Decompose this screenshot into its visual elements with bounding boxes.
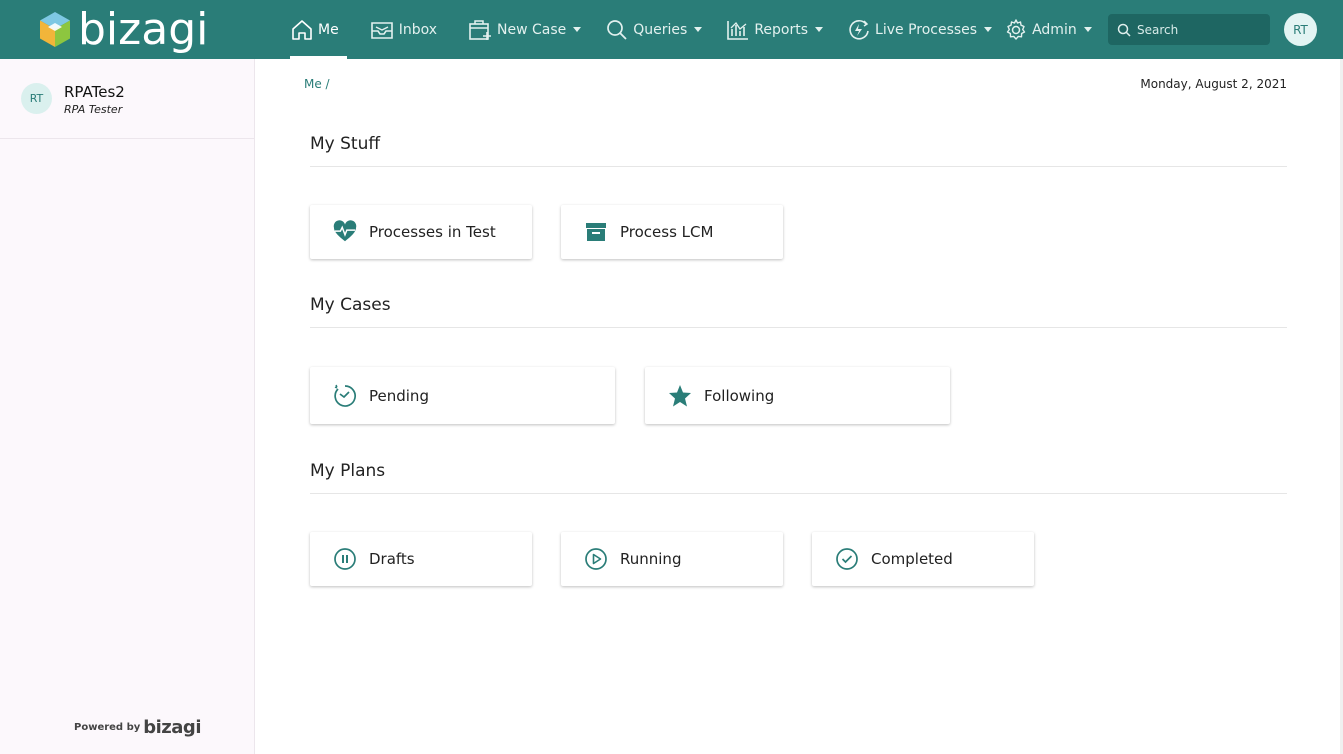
chevron-down-icon [1083,27,1092,32]
star-icon [668,384,692,408]
nav-live-processes[interactable]: Live Processes [831,0,1000,59]
powered-by-footer: Powered by bizagi [74,717,201,738]
card-label: Drafts [369,550,415,568]
card-pending[interactable]: Pending [310,367,615,424]
nav-me-label: Me [318,21,339,38]
nav-admin[interactable]: Admin [1000,0,1100,59]
home-icon [292,19,312,40]
nav-inbox-label: Inbox [398,21,438,38]
section-divider [310,327,1287,328]
chart-icon [727,20,749,40]
chevron-down-icon [694,27,703,32]
card-following[interactable]: Following [645,367,950,424]
archive-box-icon [584,220,608,244]
heart-pulse-icon [333,220,357,244]
section-title-my-stuff: My Stuff [310,134,381,154]
chevron-down-icon [984,27,993,32]
pause-circle-icon [333,547,357,571]
user-role: RPA Tester [64,103,123,116]
bizagi-logo[interactable]: bizagi [38,5,208,55]
section-title-my-cases: My Cases [310,295,391,315]
card-label: Running [620,550,682,568]
card-processes-in-test[interactable]: Processes in Test [310,205,532,259]
current-date: Monday, August 2, 2021 [1140,77,1287,91]
logo-wordmark: bizagi [78,4,209,55]
user-avatar-button[interactable]: RT [1284,13,1317,46]
user-profile-card[interactable]: RT RPATes2 RPA Tester [0,59,254,139]
check-circle-icon [835,547,859,571]
card-label: Following [704,386,775,405]
card-label: Process LCM [620,223,714,241]
card-process-lcm[interactable]: Process LCM [561,205,783,259]
card-completed[interactable]: Completed [812,532,1034,586]
card-label: Processes in Test [369,223,496,241]
chevron-down-icon [815,27,824,32]
nav-reports[interactable]: Reports [710,0,831,59]
main-content: Me / Monday, August 2, 2021 My Stuff Pro… [255,59,1343,754]
section-divider [310,166,1287,167]
card-label: Pending [369,386,429,405]
main-nav: Me Inbox New Case Queries Reports Live P… [286,0,1100,59]
top-navigation-bar: bizagi Me Inbox New Case Queries Reports [0,0,1343,59]
nav-inbox[interactable]: Inbox [351,0,445,59]
inbox-icon [370,21,393,39]
card-label: Completed [871,550,953,568]
card-running[interactable]: Running [561,532,783,586]
search-input[interactable] [1137,22,1267,37]
new-case-icon [469,19,492,40]
nav-me[interactable]: Me [286,0,351,59]
search-icon [607,19,627,40]
sidebar: RT RPATes2 RPA Tester Powered by bizagi [0,59,255,754]
gear-icon [1006,18,1026,40]
timer-icon [333,384,357,408]
nav-queries[interactable]: Queries [589,0,710,59]
lightning-icon [849,19,869,40]
avatar: RT [21,83,52,114]
nav-queries-label: Queries [633,21,688,38]
user-info: RPATes2 RPA Tester [64,83,125,116]
section-divider [310,493,1287,494]
nav-new-case[interactable]: New Case [445,0,589,59]
bizagi-cube-icon [40,12,70,47]
nav-reports-label: Reports [754,21,809,38]
play-circle-icon [584,547,608,571]
breadcrumb[interactable]: Me / [304,77,330,91]
nav-admin-label: Admin [1032,21,1077,38]
nav-new-case-label: New Case [497,21,567,38]
powered-by-brand: bizagi [143,717,201,738]
chevron-down-icon [573,27,582,32]
search-icon [1117,23,1131,37]
card-drafts[interactable]: Drafts [310,532,532,586]
nav-live-processes-label: Live Processes [875,21,978,38]
user-name: RPATes2 [64,83,125,101]
powered-by-text: Powered by [74,722,141,733]
search-box[interactable] [1108,14,1270,45]
section-title-my-plans: My Plans [310,461,386,481]
